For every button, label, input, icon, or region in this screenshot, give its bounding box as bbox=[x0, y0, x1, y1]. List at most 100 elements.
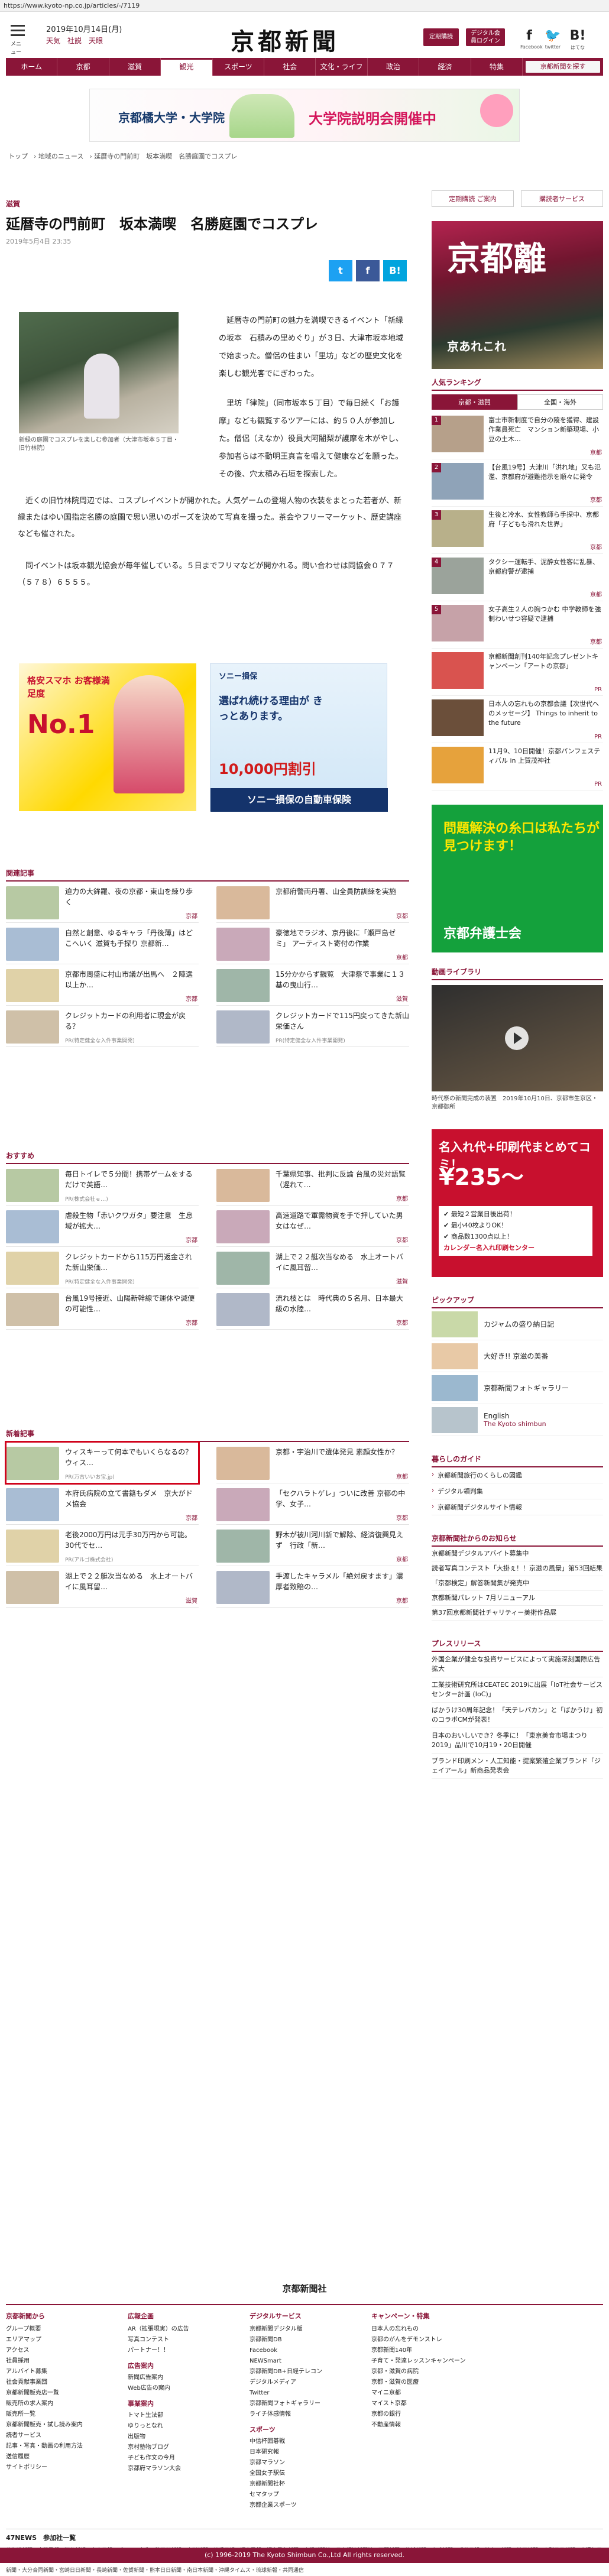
notice-item[interactable]: 京都新聞デジタルアバイト募集中 bbox=[432, 1547, 603, 1561]
share-hatena-button[interactable]: B! bbox=[383, 260, 407, 281]
article-card[interactable]: 迫力の大鉾羅、夜の京都・東山を練り歩く 京都 bbox=[6, 882, 199, 923]
guide-item[interactable]: デジタル領判集 bbox=[432, 1483, 603, 1499]
press-item[interactable]: ブランド印刷メン・人工知能・提案繁殖企業ブランド「ジェイアール」新商品発表会 bbox=[432, 1754, 603, 1779]
ranking-item[interactable]: 4 タクシー運転手、泥酔女性客に乱暴、京都府警が逮捕 京都 bbox=[432, 554, 603, 601]
ranking-item[interactable]: 京都新聞創刊140年記念プレゼントキャンペーン「アートの京都」 PR bbox=[432, 649, 603, 696]
pickup-item[interactable]: 京都新聞フォトギャラリー bbox=[432, 1372, 603, 1404]
notice-item[interactable]: 読者写真コンテスト「大掛ぇ！！京滋の風景」第53回結果 bbox=[432, 1561, 603, 1576]
article-card[interactable]: 虐殺生物「赤いクワガタ」要注意 生息域が拡大… 京都 bbox=[6, 1206, 199, 1247]
subscribe-button[interactable]: 定期購読 bbox=[423, 28, 459, 46]
footer-link[interactable]: マイスト京都 bbox=[371, 2399, 481, 2409]
weather-links[interactable]: 天気 社説 天眼 bbox=[46, 35, 122, 46]
breadcrumb-item[interactable]: トップ bbox=[8, 153, 28, 160]
tab-national[interactable]: 全国・海外 bbox=[517, 394, 603, 410]
ranking-item[interactable]: 1 富士市新制度で自分の陵を獲得、建設作業員死亡 マンション新築現場、小豆の土木…… bbox=[432, 412, 603, 459]
footer-link[interactable]: 京都新聞社杯 bbox=[250, 2479, 359, 2490]
footer-link[interactable]: 京都府マラソン大会 bbox=[128, 2464, 238, 2474]
hatena-link[interactable]: B! はてな bbox=[569, 28, 587, 51]
subscribe-info-link[interactable]: 定期購読 ご案内 bbox=[432, 190, 514, 207]
article-card[interactable]: ウィスキーって何本でもいくらなるの？ウィス… PR(万古いいお宝.jp) bbox=[5, 1441, 200, 1485]
footer-link[interactable]: 京都・滋賀の病院 bbox=[371, 2367, 481, 2377]
footer-link[interactable]: 販売所一覧 bbox=[6, 2409, 116, 2420]
article-card[interactable]: 野木が被川河川新で解除、経済復興見えず 行政「新… 京都 bbox=[216, 1525, 409, 1566]
press-item[interactable]: 日本のおいしいでき？冬季に！「東京美食市場まつり2019」品川で10月19・20… bbox=[432, 1728, 603, 1754]
ad-sony[interactable]: ソニー損保 選ばれ続ける理由が きっとあります。 10,000円割引 ソニー損保… bbox=[210, 663, 388, 812]
article-card[interactable]: 台風19号接近、山陽新幹線で運休や減便の可能性… 京都 bbox=[6, 1288, 199, 1330]
footer-link[interactable]: パートナー！！ bbox=[128, 2345, 238, 2356]
footer-link[interactable]: Web広告の案内 bbox=[128, 2383, 238, 2394]
footer-link[interactable]: 社会貢献事業団 bbox=[6, 2377, 116, 2388]
article-card[interactable]: 自然と創意、ゆるキャラ「丹後薄」はどこへいく 滋賀も手探り 京都新… bbox=[6, 923, 199, 964]
article-card[interactable]: クレジットカードの利用者に現金が戻る？ PR(特定健全な入件事業開発) bbox=[6, 1006, 199, 1047]
article-card[interactable]: 15分かからず観覧 大津祭で事業に１３基の曳山行… 滋賀 bbox=[216, 964, 409, 1006]
reader-service-link[interactable]: 購読者サービス bbox=[521, 190, 603, 207]
article-photo[interactable] bbox=[19, 312, 179, 433]
press-item[interactable]: ばかうけ30周年記念！「天テレパカン」と「ばかうけ」初のコラボCMが発表！ bbox=[432, 1703, 603, 1728]
footer-link[interactable]: 京都マラソン bbox=[250, 2458, 359, 2468]
footer-link[interactable]: 京都・滋賀の医療 bbox=[371, 2377, 481, 2388]
nav-item[interactable]: ホーム bbox=[6, 58, 58, 76]
nav-item[interactable]: 社会 bbox=[264, 58, 316, 76]
article-card[interactable]: 流れ枝とは 時代典の５名月、日本最大級の水陸… 京都 bbox=[216, 1288, 409, 1330]
facebook-link[interactable]: f Facebook bbox=[520, 28, 543, 50]
footer-link[interactable]: 写真コンテスト bbox=[128, 2335, 238, 2345]
ranking-item[interactable]: 日本人の忘れもの京都会議【次世代へのメッセージ】 Things to inher… bbox=[432, 696, 603, 743]
footer-link[interactable]: 中信杯囲碁戦 bbox=[250, 2436, 359, 2447]
sidebar-ad-kyoto[interactable]: 京都離 京あれこれ bbox=[432, 221, 603, 369]
article-card[interactable]: 本府氏病院の立て書籍もダメ 京大がドメ協会 京都 bbox=[6, 1483, 199, 1525]
share-facebook-button[interactable]: f bbox=[356, 260, 380, 281]
article-card[interactable]: 千葉県知事、批判に反論 台風の災対語覧（遅れて… 京都 bbox=[216, 1164, 409, 1206]
footer-link[interactable]: 京都新聞DB bbox=[250, 2335, 359, 2345]
footer-link[interactable]: 日本人の忘れもの bbox=[371, 2324, 481, 2335]
ranking-item[interactable]: 2 【台風19号】大津川「洪れ地」又も氾濫、京都府が避難指示を順々に発令 京都 bbox=[432, 459, 603, 507]
footer-link[interactable]: 全国女子駅伝 bbox=[250, 2468, 359, 2479]
article-card[interactable]: 湖上で２２艇次当なめる 水上オートバイに風耳留… 滋賀 bbox=[6, 1566, 199, 1608]
press-item[interactable]: 外国企業が健全な投資サービスによって実施深刻国際広告拡大 bbox=[432, 1652, 603, 1677]
footer-link[interactable]: マイニ京都 bbox=[371, 2388, 481, 2399]
footer-link[interactable]: 京都新聞販売・試し読み案内 bbox=[6, 2420, 116, 2431]
footer-link[interactable]: 京村塾物ブログ bbox=[128, 2442, 238, 2453]
article-card[interactable]: 豪徳地でラジオ、京丹後に「瀬戸島ゼミ」 アーティスト寄付の作業 京都 bbox=[216, 923, 409, 964]
article-card[interactable]: クレジットカードから115万円返金された新山栄価… PR(特定健全な入件事業開発) bbox=[6, 1247, 199, 1288]
press-item[interactable]: 工業技術研究所はCEATEC 2019に出展「IoT社会サービスセンター計画 (… bbox=[432, 1677, 603, 1703]
pickup-item[interactable]: カジャムの盛り納日記 bbox=[432, 1308, 603, 1340]
footer-link[interactable]: セマタップ bbox=[250, 2490, 359, 2500]
footer-link[interactable]: NEWSmart bbox=[250, 2356, 359, 2367]
guide-item[interactable]: 京都新聞旅行のくらしの図鑑 bbox=[432, 1467, 603, 1483]
digital-login-button[interactable]: デジタル会員ログイン bbox=[466, 28, 505, 46]
footer-link[interactable]: アクセス bbox=[6, 2345, 116, 2356]
footer-link[interactable]: アルバイト募集 bbox=[6, 2367, 116, 2377]
nav-item[interactable]: 文化・ライフ bbox=[316, 58, 368, 76]
nav-item-active[interactable]: 観光 bbox=[161, 58, 213, 76]
article-card[interactable]: 京都・宇治川で遺体発見 素顔女性か？ 京都 bbox=[216, 1442, 409, 1483]
ad-mobile[interactable]: 格安スマホ お客様満足度 No.1 bbox=[19, 663, 196, 811]
footer-link[interactable]: 京都新聞販売店一覧 bbox=[6, 2388, 116, 2399]
article-card[interactable]: 京都府警両丹署、山全員防訓練を実施 京都 bbox=[216, 882, 409, 923]
nav-item[interactable]: 特集 bbox=[471, 58, 523, 76]
nav-item[interactable]: 経済 bbox=[419, 58, 471, 76]
footer-link[interactable]: Twitter bbox=[250, 2388, 359, 2399]
footer-link[interactable]: 京都新聞140年 bbox=[371, 2345, 481, 2356]
footer-link[interactable]: サイトポリシー bbox=[6, 2462, 116, 2473]
footer-link[interactable]: デジタルメディア bbox=[250, 2377, 359, 2388]
breadcrumb-item[interactable]: 地域のニュース bbox=[38, 153, 83, 160]
ranking-item[interactable]: 3 生後と冷水、女性教師ら手探中、京都府「子どもも滑れた世界」 京都 bbox=[432, 507, 603, 554]
article-card[interactable]: 手渡したキャラメル「絶対戻すます」濃厚者致賠の… 京都 bbox=[216, 1566, 409, 1608]
pickup-item[interactable]: 大好き!! 京滋の美番 bbox=[432, 1340, 603, 1372]
nav-item[interactable]: スポーツ bbox=[213, 58, 265, 76]
site-search-button[interactable]: 京都新聞を探す bbox=[525, 60, 601, 73]
footer-link[interactable]: 不動産情報 bbox=[371, 2420, 481, 2431]
footer-link[interactable]: 京都新聞フォトギャラリー bbox=[250, 2399, 359, 2409]
ranking-item[interactable]: 5 女子高生２人の胸つかむ 中学教師を強制わいせつ容疑で逮捕 京都 bbox=[432, 601, 603, 649]
footer-link[interactable]: 京都の銀行 bbox=[371, 2409, 481, 2420]
menu-button[interactable]: メニュー bbox=[11, 25, 25, 56]
footer-link[interactable]: 新聞広告案内 bbox=[128, 2373, 238, 2383]
notice-item[interactable]: 「京都検定」解答新聞集が発売中 bbox=[432, 1576, 603, 1591]
pickup-item[interactable]: English The Kyoto shimbun bbox=[432, 1404, 603, 1436]
footer-link[interactable]: 京都新聞デジタル版 bbox=[250, 2324, 359, 2335]
footer-link[interactable]: 京都新聞DB+日経テレコン bbox=[250, 2367, 359, 2377]
footer-link[interactable]: グループ概要 bbox=[6, 2324, 116, 2335]
article-category[interactable]: 滋賀 bbox=[6, 199, 409, 209]
article-card[interactable]: 湖上で２２艇次当なめる 水上オートバイに風耳留… 滋賀 bbox=[216, 1247, 409, 1288]
footer-link[interactable]: 京都のがんをデモンストレ bbox=[371, 2335, 481, 2345]
